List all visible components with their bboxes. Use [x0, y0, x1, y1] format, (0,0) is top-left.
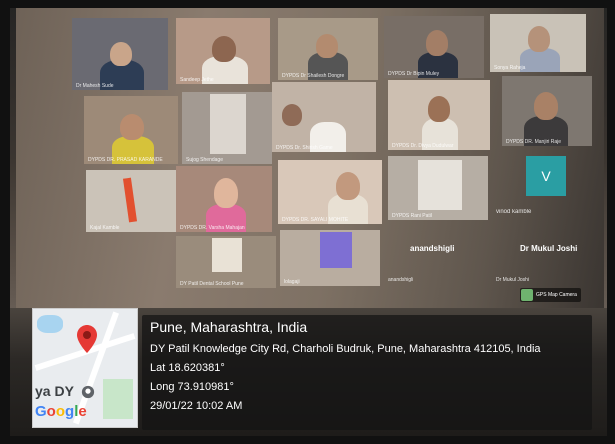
tile-name: Sujog Shendage: [186, 157, 223, 163]
tile-name: DYPDS DR. Varsha Mahajan: [180, 225, 245, 231]
photo-frame: Dr Mahesh Sude Sandeep Jethe DYPDS Dr Sh…: [0, 0, 615, 444]
tile-name: DYPDS Dr Shailesh Dongre: [282, 73, 345, 79]
map-thumbnail: ya DY Google: [32, 308, 138, 428]
laptop-screen: Dr Mahesh Sude Sandeep Jethe DYPDS Dr Sh…: [16, 8, 604, 308]
video-tile: lolagaji: [280, 230, 380, 286]
location-title: Pune, Maharashtra, India: [150, 319, 308, 335]
video-tile: DYPDS DR. Varsha Mahajan: [176, 166, 272, 232]
video-tile: Sujog Shendage: [182, 92, 272, 164]
video-tile: DY Patil Dental School Pune: [176, 236, 276, 288]
tile-name: Kajal Kamble: [90, 225, 120, 231]
photo: Dr Mahesh Sude Sandeep Jethe DYPDS Dr Sh…: [10, 8, 607, 436]
latitude-text: Lat 18.620381°: [150, 362, 225, 374]
video-tile: Dr Mahesh Sude: [72, 18, 168, 90]
geotag-panel: Pune, Maharashtra, India DY Patil Knowle…: [142, 315, 592, 430]
tile-name: DYPDS DR. SAYALI MOHITE: [282, 217, 349, 223]
video-tile: Sandeep Jethe: [176, 18, 270, 84]
video-tile: DYPDS DR. PRASAD KARANDE: [84, 96, 178, 164]
video-tile: DYPDS DR. SAYALI MOHITE: [278, 160, 382, 224]
video-tile: DYPDS Dr. Shirish Game: [272, 82, 376, 152]
tile-name: lolagaji: [284, 279, 300, 285]
participant-name-card: Dr Mukul Joshi: [520, 244, 578, 253]
tile-name: DYPDS Rani Patil: [392, 213, 433, 219]
gps-map-camera-badge: GPS Map Camera: [520, 288, 581, 302]
map-place-label: ya DY: [35, 383, 74, 399]
tile-name: anandshigli: [388, 277, 414, 283]
video-tile: DYPDS DR. Manjiri Raje: [502, 76, 592, 146]
gps-badge-label: GPS Map Camera: [536, 292, 577, 298]
place-marker-icon: [81, 385, 95, 399]
video-tile: Kajal Kamble: [86, 170, 176, 232]
tile-name: DYPDS DR. PRASAD KARANDE: [88, 157, 163, 163]
video-tile: DYPDS Dr. Divya Dudulwar: [388, 80, 490, 150]
tile-name: DYPDS Dr. Divya Dudulwar: [392, 143, 454, 149]
tile-name: DYPDS Dr Bipin Muley: [388, 71, 440, 77]
avatar-tile: V: [526, 156, 566, 196]
video-tile: Sonya Raheja: [490, 14, 586, 72]
camera-app-icon: [521, 289, 533, 301]
tile-name: DY Patil Dental School Pune: [180, 281, 244, 287]
tile-name: Dr Mukul Joshi: [496, 277, 530, 283]
tile-name: vinod kamble: [496, 209, 532, 215]
tile-name: Sonya Raheja: [494, 65, 526, 71]
location-pin-icon: [77, 325, 97, 353]
tile-name: Sandeep Jethe: [180, 77, 214, 83]
longitude-text: Long 73.910981°: [150, 381, 234, 393]
video-tile: vinod kamble: [492, 202, 592, 216]
video-tile: DYPDS Dr Shailesh Dongre: [278, 18, 378, 80]
video-tile: DYPDS Rani Patil: [388, 156, 488, 220]
video-tile: DYPDS Dr Bipin Muley: [384, 16, 484, 78]
google-logo: Google: [35, 403, 87, 420]
participant-name-card: anandshigli: [410, 244, 455, 253]
tile-name: DYPDS Dr. Shirish Game: [276, 145, 333, 151]
datetime-text: 29/01/22 10:02 AM: [150, 400, 243, 412]
tile-name: Dr Mahesh Sude: [76, 83, 114, 89]
video-tile: Dr Mukul Joshi: [492, 270, 592, 284]
tile-name: DYPDS DR. Manjiri Raje: [506, 139, 562, 145]
address-text: DY Patil Knowledge City Rd, Charholi Bud…: [150, 343, 541, 355]
avatar: V: [541, 168, 551, 184]
video-tile: anandshigli: [384, 270, 464, 284]
